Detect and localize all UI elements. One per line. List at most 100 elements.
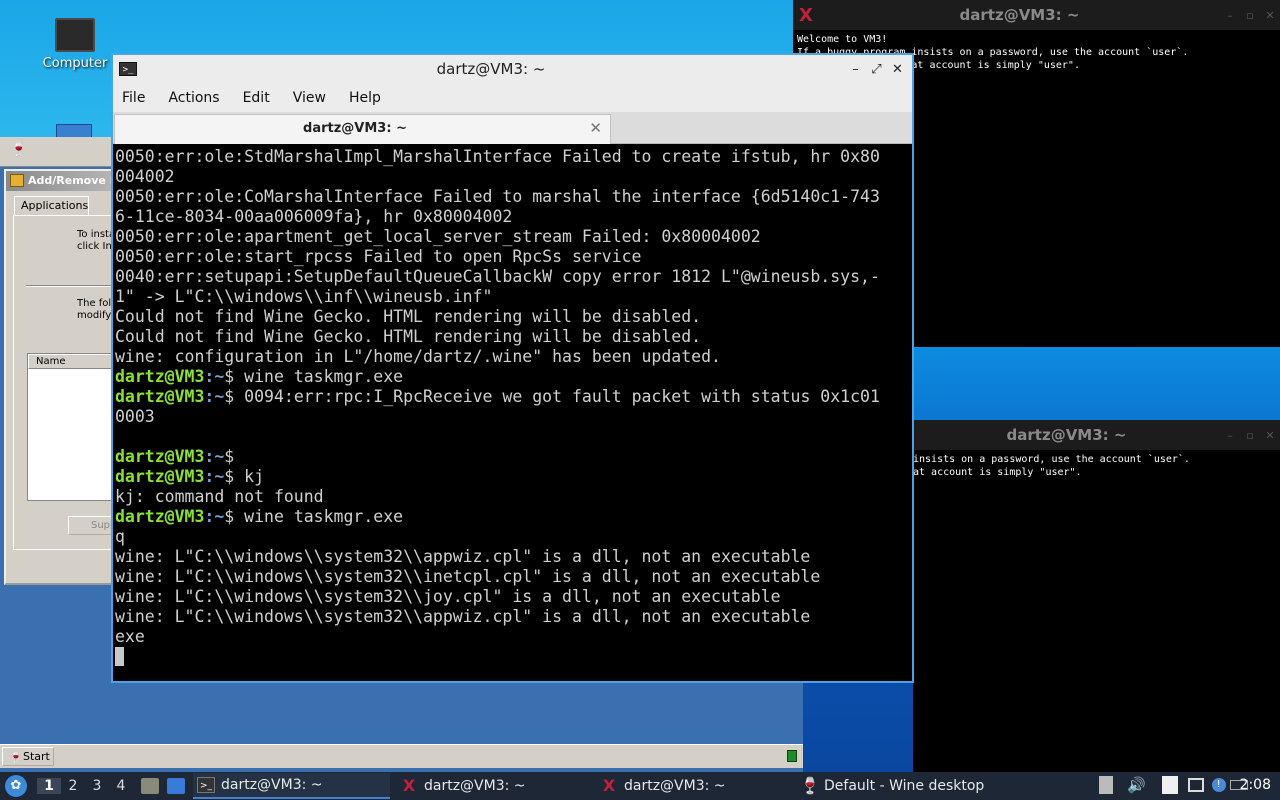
xterm-line: Welcome to VM3! (797, 34, 888, 45)
instruction-line: To insta (77, 229, 111, 240)
start-label: Start (23, 750, 50, 763)
terminal-line (115, 647, 912, 667)
maximize-icon[interactable]: ▫ (1240, 429, 1260, 442)
terminal-line: Could not find Wine Gecko. HTML renderin… (115, 327, 702, 346)
tab-close-icon[interactable]: ✕ (589, 119, 602, 137)
command-text: $ wine taskmgr.exe (224, 507, 404, 526)
programs-icon (10, 174, 24, 187)
terminal-line: 0050:err:ole:start_rpcss Failed to open … (115, 247, 642, 266)
task-terminal[interactable]: >_ dartz@VM3: ~ (193, 773, 390, 799)
terminal-icon: >_ (197, 777, 215, 793)
install-instructions: To insta click Ins (77, 229, 111, 253)
xterm-titlebar[interactable]: X dartz@VM3: ~ – ▫ ✕ (793, 0, 1280, 30)
clock[interactable]: 2:08 (1240, 777, 1271, 793)
minimize-icon[interactable]: – (1220, 429, 1240, 442)
xterm-line: at account is simply "user". (913, 467, 1082, 478)
window-title: dartz@VM3: ~ (436, 60, 546, 78)
terminal-line: 1" -> L"C:\\windows\\inf\\wineusb.inf" (115, 287, 493, 306)
prompt-user: dartz@VM3 (115, 447, 205, 466)
file-manager-icon[interactable] (141, 778, 159, 794)
lxterminal-window[interactable]: >_ dartz@VM3: ~ – ⤢ ✕ File Actions Edit … (111, 53, 914, 683)
menu-bar: File Actions Edit View Help (113, 83, 912, 112)
workspace-1[interactable]: 1 (37, 778, 61, 794)
taskbar: ✿ 1 2 3 4 >_ dartz@VM3: ~ X dartz@VM3: ~… (0, 772, 1280, 800)
workspace-2[interactable]: 2 (61, 778, 85, 794)
modify-instructions: The fol modify (77, 298, 111, 322)
menu-view[interactable]: View (293, 90, 326, 106)
wine-tray-icon[interactable] (787, 750, 797, 762)
column-header-name[interactable]: Name (28, 354, 116, 369)
maximize-icon[interactable]: ⤢ (866, 62, 887, 77)
prompt-path: :~ (204, 507, 225, 526)
task-wine-desktop[interactable]: 🍷 Default - Wine desktop (790, 773, 1070, 799)
x-logo-icon: X (402, 776, 416, 795)
terminal-line: wine: L"C:\\windows\\system32\\inetcpl.c… (115, 567, 821, 586)
workspace-3[interactable]: 3 (85, 778, 109, 794)
prompt-path: :~ (204, 367, 225, 386)
desktop-icon-label: Computer (42, 56, 108, 71)
divider (26, 285, 116, 287)
close-icon[interactable]: ✕ (1260, 9, 1280, 22)
terminal-line: wine: configuration in L"/home/dartz/.wi… (115, 347, 721, 366)
task-xterm-1[interactable]: X dartz@VM3: ~ (390, 773, 590, 799)
close-icon[interactable]: ✕ (1260, 429, 1280, 442)
prompt-user: dartz@VM3 (115, 507, 205, 526)
terminal-line: dartz@VM3:~$ 0094:err:rpc:I_RpcReceive w… (115, 387, 912, 407)
network-icon[interactable] (1187, 778, 1204, 792)
xterm-line: insists on a password, use the account `… (913, 454, 1190, 465)
minimize-icon[interactable]: – (1220, 9, 1240, 22)
menu-button[interactable]: ✿ (5, 775, 27, 797)
terminal-line: exe (115, 627, 145, 646)
wine-start-bar: 🍷 Start (0, 744, 803, 768)
task-label: dartz@VM3: ~ (424, 778, 526, 794)
terminal-line: 0050:err:ole:CoMarshalInterface Failed t… (115, 187, 880, 206)
show-desktop-icon[interactable] (167, 778, 185, 794)
menu-file[interactable]: File (122, 90, 145, 106)
terminal-tab[interactable]: dartz@VM3: ~ ✕ (114, 114, 611, 144)
prompt-user: dartz@VM3 (115, 387, 205, 406)
tab-bar: dartz@VM3: ~ ✕ (113, 112, 912, 144)
workspace-4[interactable]: 4 (109, 778, 133, 794)
menu-actions[interactable]: Actions (168, 90, 219, 106)
command-text: $ wine taskmgr.exe (224, 367, 404, 386)
menu-edit[interactable]: Edit (243, 90, 270, 106)
desktop-icon-computer[interactable]: Computer (35, 18, 115, 71)
xterm-output[interactable]: insists on a password, use the account `… (913, 450, 1280, 482)
menu-help[interactable]: Help (349, 90, 381, 106)
folder-icon[interactable] (56, 124, 92, 138)
system-tray: 🔊 ! (1099, 776, 1248, 794)
command-text: $ 0094:err:rpc:I_RpcReceive we got fault… (224, 387, 880, 406)
clipboard-icon[interactable] (1161, 776, 1178, 794)
terminal-line: 0050:err:ole:StdMarshalImpl_MarshalInter… (115, 147, 880, 166)
terminal-titlebar[interactable]: >_ dartz@VM3: ~ – ⤢ ✕ (113, 55, 912, 83)
terminal-line: dartz@VM3:~$ wine taskmgr.exe (115, 367, 912, 387)
minimize-icon[interactable]: – (845, 62, 866, 77)
close-icon[interactable]: ✕ (887, 62, 908, 77)
add-remove-programs-dialog[interactable]: Add/Remove Pro Applications To insta cli… (4, 169, 118, 585)
terminal-line: wine: L"C:\\windows\\system32\\appwiz.cp… (115, 607, 811, 626)
xterm-window-bottom[interactable]: dartz@VM3: ~ – ▫ ✕ insists on a password… (913, 420, 1280, 772)
prompt-user: dartz@VM3 (115, 367, 205, 386)
wine-desktop-titlebar: 🍷 (0, 137, 113, 167)
instruction-line: The fol (77, 298, 111, 309)
wine-glass-icon: 🍷 (10, 142, 28, 158)
task-label: Default - Wine desktop (824, 778, 985, 794)
program-list[interactable]: Name (27, 353, 117, 501)
eject-icon[interactable] (1099, 776, 1113, 794)
terminal-line: 004002 (115, 167, 175, 186)
terminal-output[interactable]: 0050:err:ole:StdMarshalImpl_MarshalInter… (113, 147, 912, 681)
tab-label: dartz@VM3: ~ (303, 121, 407, 136)
task-label: dartz@VM3: ~ (624, 778, 726, 794)
tab-applications[interactable]: Applications (14, 196, 89, 216)
terminal-line: 0050:err:ole:apartment_get_local_server_… (115, 227, 761, 246)
prompt-path: :~ (204, 467, 225, 486)
cursor (115, 647, 124, 666)
volume-icon[interactable]: 🔊 (1127, 776, 1146, 794)
update-notifier-icon[interactable]: ! (1211, 778, 1226, 792)
maximize-icon[interactable]: ▫ (1240, 9, 1260, 22)
task-xterm-2[interactable]: X dartz@VM3: ~ (590, 773, 790, 799)
xterm-titlebar[interactable]: dartz@VM3: ~ – ▫ ✕ (913, 420, 1280, 450)
wine-start-button[interactable]: 🍷 Start (2, 747, 54, 766)
wine-glass-icon: 🍷 (800, 776, 820, 795)
